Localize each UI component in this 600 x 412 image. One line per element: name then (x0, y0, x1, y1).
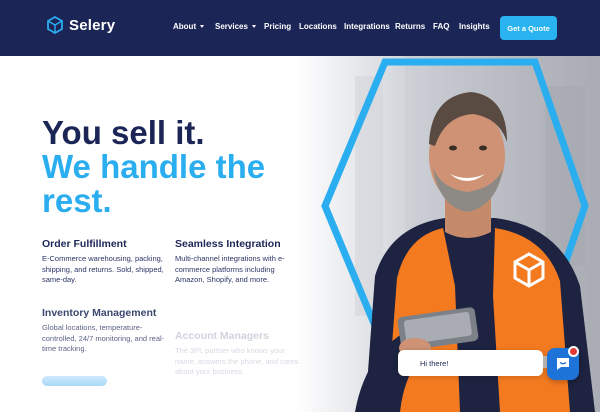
chevron-down-icon (251, 25, 256, 28)
nav-pricing[interactable]: Pricing (264, 22, 291, 31)
hero-cta-button[interactable] (42, 376, 107, 386)
nav-pricing-label: Pricing (264, 22, 292, 31)
feature-inventory-management: Inventory Management Global locations, t… (42, 307, 177, 355)
nav-faq-label: FAQ (433, 22, 450, 31)
nav-about[interactable]: About (173, 22, 205, 31)
headline-line-1: You sell it. (42, 114, 205, 151)
hero-headline: You sell it. We handle the rest. (42, 116, 265, 218)
nav-locations-label: Locations (299, 22, 337, 31)
feature-title: Inventory Management (42, 307, 157, 319)
chevron-down-icon (200, 25, 205, 28)
nav-about-label: About (173, 22, 197, 31)
feature-title: Seamless Integration (175, 238, 281, 250)
brand-logo[interactable]: Selery (47, 16, 115, 34)
nav-services[interactable]: Services (215, 22, 256, 31)
feature-text: The 3PL partner who knows your name, ans… (175, 346, 299, 376)
headline-line-3: rest. (42, 182, 112, 219)
cube-logo-icon (47, 16, 63, 34)
nav-integrations[interactable]: Integrations (344, 22, 390, 31)
site-header: Selery About Services Pricing Locations … (0, 0, 600, 56)
chat-greeting-text: Hi there! (420, 358, 449, 368)
feature-title: Order Fulfillment (42, 238, 127, 250)
nav-insights-label: Insights (459, 22, 490, 31)
brand-name: Selery (69, 16, 116, 34)
feature-order-fulfillment: Order Fulfillment E-Commerce warehousing… (42, 238, 177, 286)
nav-services-label: Services (215, 22, 248, 31)
notification-badge (568, 346, 579, 357)
get-quote-button[interactable]: Get a Quote (500, 16, 557, 40)
feature-seamless-integration: Seamless Integration Multi-channel integ… (175, 238, 305, 286)
feature-title: Account Managers (175, 330, 269, 342)
nav-integrations-label: Integrations (344, 22, 390, 31)
nav-returns[interactable]: Returns (395, 22, 425, 31)
feature-account-managers: Account Managers The 3PL partner who kno… (175, 330, 305, 378)
feature-text: Global locations, temperature-controlled… (42, 323, 165, 353)
nav-insights[interactable]: Insights (459, 22, 490, 31)
nav-faq[interactable]: FAQ (433, 22, 449, 31)
nav-returns-label: Returns (395, 22, 426, 31)
chat-icon (557, 358, 569, 370)
chat-greeting-bubble[interactable]: Hi there! (398, 350, 543, 376)
feature-text: Multi-channel integrations with e-commer… (175, 254, 285, 284)
feature-text: E-Commerce warehousing, packing, shippin… (42, 254, 164, 284)
nav-locations[interactable]: Locations (299, 22, 337, 31)
headline-line-2: We handle the (42, 148, 266, 185)
